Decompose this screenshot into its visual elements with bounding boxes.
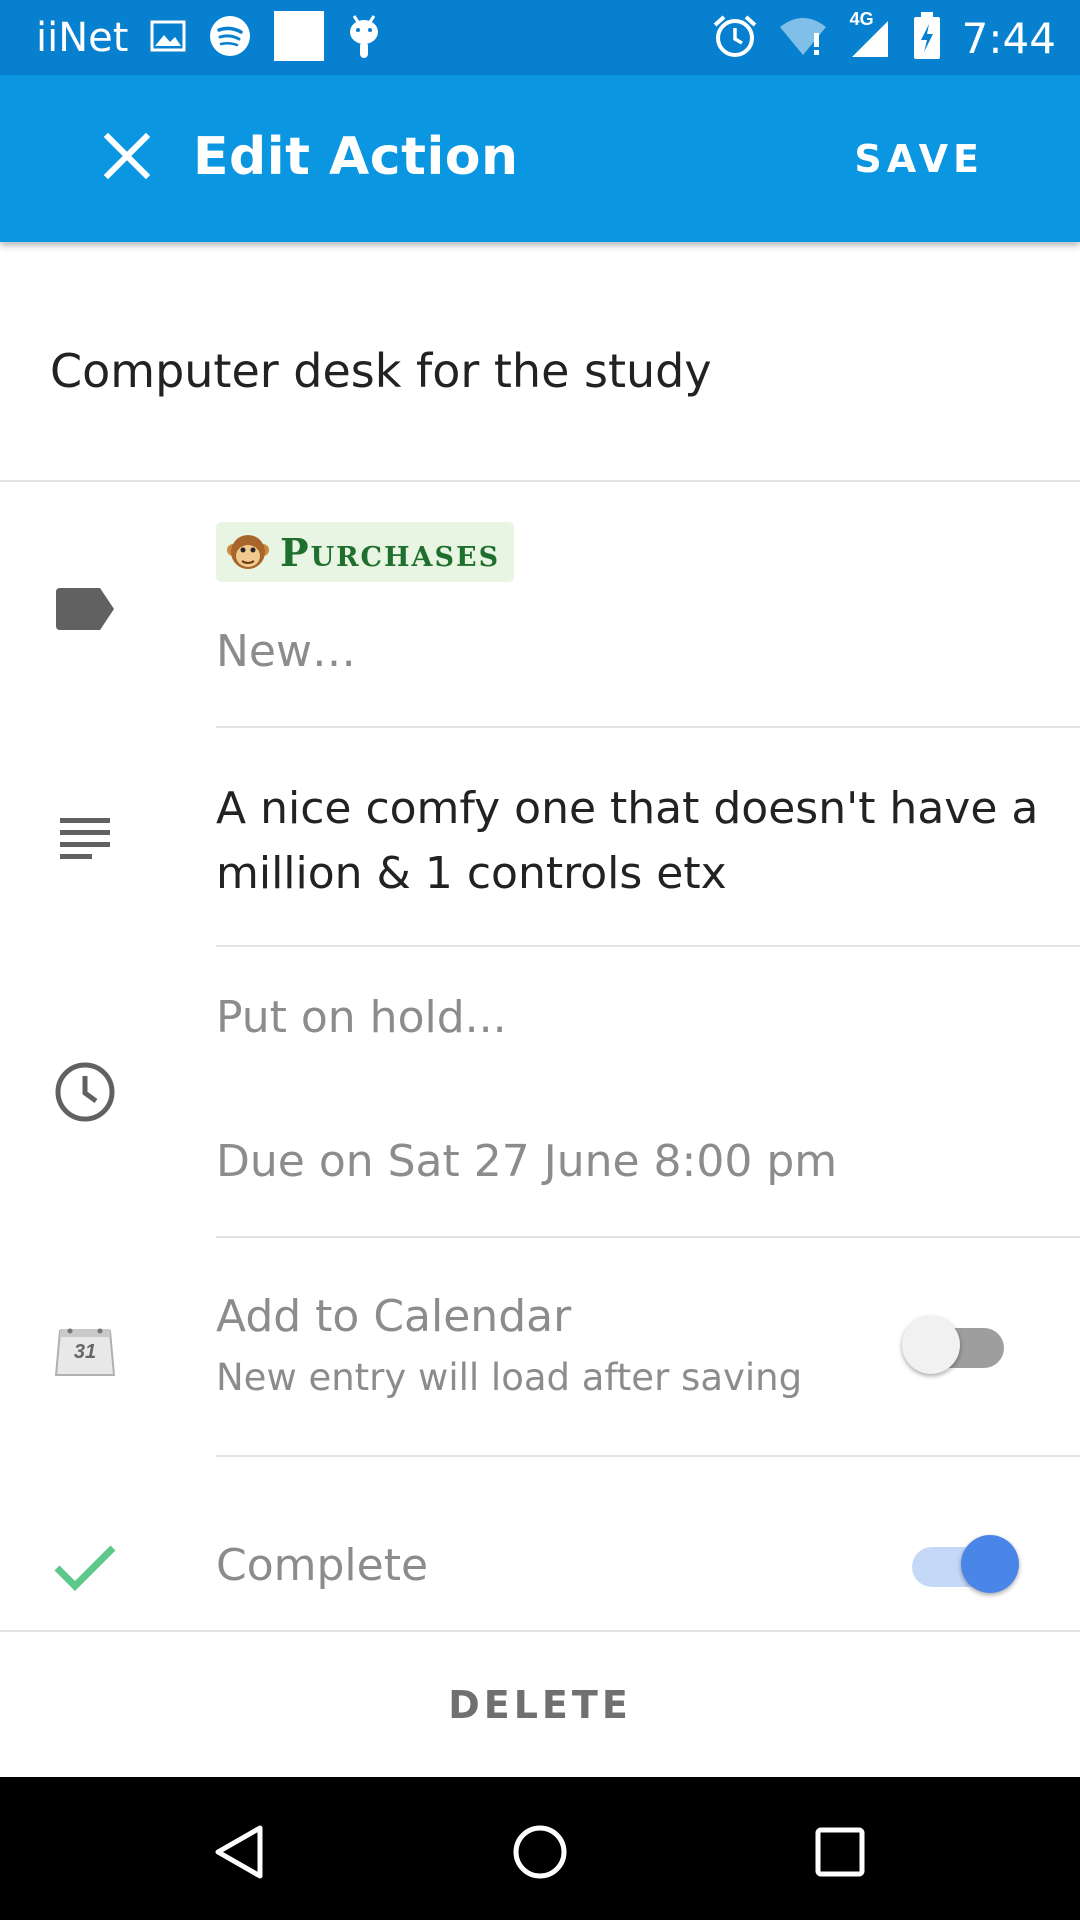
monkey-face-icon	[227, 535, 269, 569]
label-icon	[50, 574, 120, 644]
android-icon	[346, 12, 382, 65]
delete-button[interactable]: DELETE	[0, 1632, 1080, 1777]
recents-button[interactable]	[800, 1812, 880, 1892]
navigation-bar	[0, 1777, 1080, 1920]
tags-row	[0, 484, 1080, 728]
image-icon	[150, 20, 186, 57]
calendar-toggle[interactable]	[902, 1316, 1012, 1376]
app-bar: Edit Action SAVE	[0, 75, 1080, 242]
action-title-field[interactable]: Computer desk for the study	[0, 262, 1080, 482]
put-on-hold-button[interactable]: Put on hold...	[216, 992, 507, 1043]
back-icon	[215, 1825, 263, 1879]
close-button[interactable]	[96, 125, 158, 187]
battery-charging-icon	[912, 11, 942, 65]
status-bar: iiNet 4G 7:44	[0, 0, 1080, 75]
close-icon	[104, 133, 150, 179]
network-type-label: 4G	[849, 8, 874, 29]
tag-chip-purchases[interactable]: Purchases	[216, 522, 515, 582]
notes-field[interactable]: A nice comfy one that doesn't have a mil…	[216, 776, 1056, 906]
toggle-knob	[961, 1535, 1019, 1593]
clock-icon	[50, 1059, 120, 1125]
square-icon	[274, 10, 325, 66]
page-title: Edit Action	[193, 127, 519, 187]
signal-icon: 4G	[848, 9, 892, 64]
recents-icon	[815, 1827, 865, 1877]
toggle-knob	[902, 1316, 960, 1374]
notes-line: A nice comfy one that doesn't have a	[216, 783, 1039, 834]
calendar-icon: 31	[50, 1318, 120, 1384]
clock: 7:44	[961, 13, 1056, 63]
carrier-label: iiNet	[36, 15, 129, 61]
new-tag-input[interactable]: New…	[216, 626, 356, 677]
schedule-row	[0, 947, 1080, 1237]
action-title: Computer desk for the study	[50, 344, 712, 398]
save-button[interactable]: SAVE	[854, 137, 984, 181]
spotify-icon	[208, 14, 252, 63]
notes-line: million & 1 controls etx	[216, 848, 727, 899]
complete-label: Complete	[216, 1540, 429, 1591]
notes-icon	[50, 808, 120, 868]
wifi-icon	[778, 15, 828, 62]
check-icon	[50, 1539, 120, 1595]
back-button[interactable]	[200, 1812, 280, 1892]
alarm-icon	[712, 13, 758, 64]
calendar-subtitle: New entry will load after saving	[216, 1356, 803, 1399]
home-icon	[513, 1825, 567, 1879]
calendar-icon-number: 31	[73, 1341, 97, 1363]
home-button[interactable]	[500, 1812, 580, 1892]
due-date-button[interactable]: Due on Sat 27 June 8:00 pm	[216, 1136, 837, 1187]
calendar-title: Add to Calendar	[216, 1291, 572, 1342]
complete-toggle[interactable]	[902, 1535, 1019, 1595]
tag-chip-label: Purchases	[280, 529, 501, 575]
